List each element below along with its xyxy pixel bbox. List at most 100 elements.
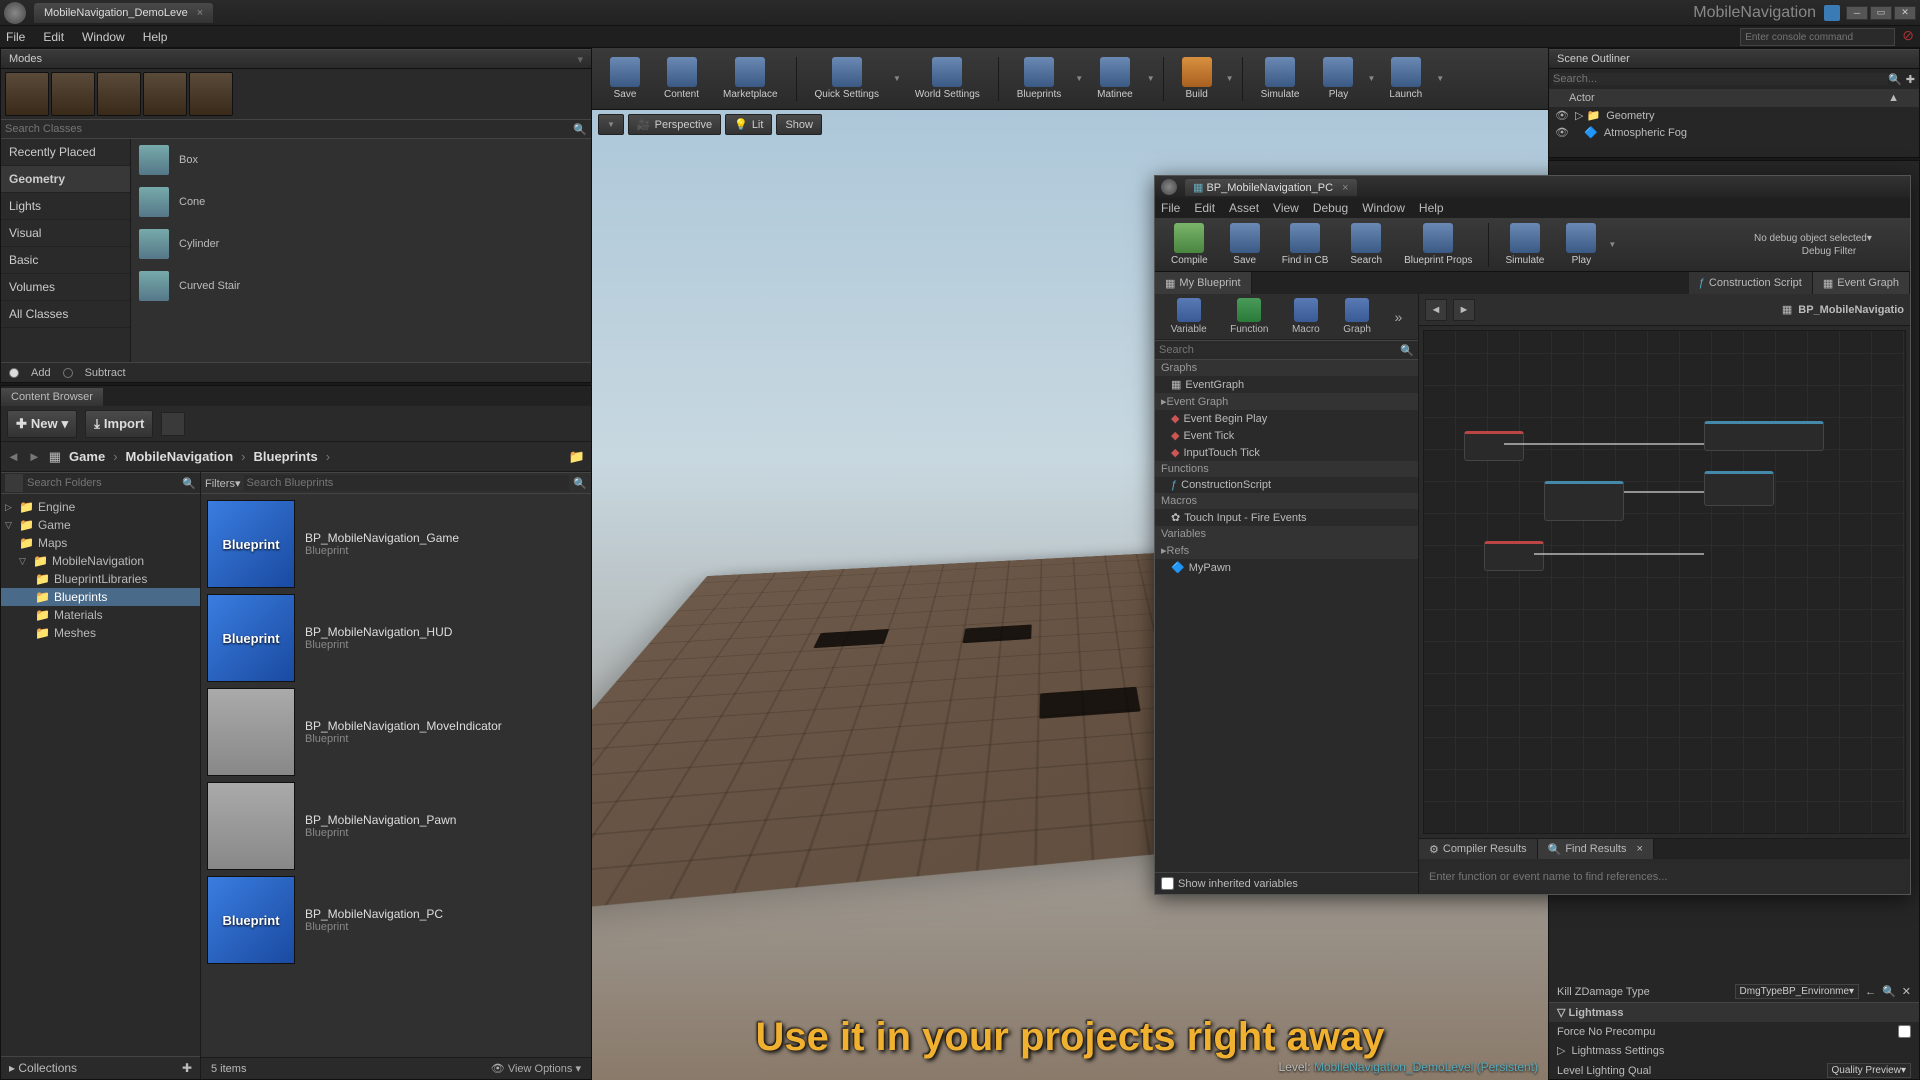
tab-event-graph[interactable]: ▦ Event Graph [1813, 272, 1910, 294]
item-input-touch[interactable]: ◆InputTouch Tick [1155, 444, 1418, 461]
item-event-tick[interactable]: ◆Event Tick [1155, 427, 1418, 444]
outliner-column-header[interactable]: Actor▲ [1549, 89, 1919, 107]
graph-node[interactable] [1484, 541, 1544, 571]
cat-geometry[interactable]: Geometry [1, 166, 130, 193]
compile-button[interactable]: Compile [1161, 220, 1218, 269]
lit-button[interactable]: 💡 Lit [725, 114, 772, 135]
tree-mn[interactable]: ▽📁MobileNavigation [1, 552, 200, 570]
vp-options-button[interactable]: ▼ [598, 114, 624, 135]
item-box[interactable]: Box [131, 139, 591, 181]
csg-add-radio[interactable] [9, 368, 19, 378]
bp-props-button[interactable]: Blueprint Props [1394, 220, 1482, 269]
tree-bpl[interactable]: 📁BlueprintLibraries [1, 570, 200, 588]
more-icon[interactable]: » [1394, 309, 1402, 325]
close-icon[interactable]: × [1342, 182, 1348, 194]
add-icon[interactable]: ✚ [1906, 73, 1915, 86]
cat-lights[interactable]: Lights [1, 193, 130, 220]
bp-menu-file[interactable]: File [1161, 201, 1180, 215]
console-input[interactable] [1740, 28, 1895, 46]
graph-node[interactable] [1704, 471, 1774, 506]
bp-search-button[interactable]: Search [1340, 220, 1392, 269]
search-assets-input[interactable] [244, 475, 569, 491]
close-icon[interactable]: × [197, 7, 203, 19]
tree-mesh[interactable]: 📁Meshes [1, 624, 200, 642]
bp-tab[interactable]: ▦ BP_MobileNavigation_PC × [1185, 179, 1357, 196]
import-button[interactable]: ⤓ Import [85, 410, 153, 438]
minimize-button[interactable]: ─ [1846, 6, 1868, 20]
add-variable-button[interactable]: Variable [1171, 298, 1207, 335]
build-button[interactable]: Build [1172, 54, 1222, 103]
browse-icon[interactable]: ← [1865, 986, 1876, 998]
debug-object-combo[interactable]: No debug object selected▾ [1754, 233, 1904, 244]
tab-compiler-results[interactable]: ⚙ Compiler Results [1419, 839, 1538, 859]
menu-help[interactable]: Help [143, 30, 168, 44]
cat-basic[interactable]: Basic [1, 247, 130, 274]
tab-my-blueprint[interactable]: ▦ My Blueprint [1155, 272, 1252, 294]
blueprints-button[interactable]: Blueprints [1007, 54, 1071, 103]
cat-refs[interactable]: ▸Refs [1155, 542, 1418, 559]
save-all-button[interactable] [161, 412, 185, 436]
nav-fwd-button[interactable]: ► [28, 449, 41, 464]
asset-item[interactable]: BP_MobileNavigation_PawnBlueprint [207, 782, 585, 870]
pin-icon[interactable]: ▾ [577, 53, 583, 66]
cat-event-graph[interactable]: ▸Event Graph [1155, 393, 1418, 410]
collections-header[interactable]: ▸ Collections ✚ [1, 1056, 200, 1079]
perspective-button[interactable]: 🎥 Perspective [628, 114, 721, 135]
graph-back-button[interactable]: ◄ [1425, 299, 1447, 321]
tree-game[interactable]: ▽📁Game [1, 516, 200, 534]
maximize-button[interactable]: ▭ [1870, 6, 1892, 20]
item-construction-script[interactable]: ƒConstructionScript [1155, 477, 1418, 493]
force-precompute-checkbox[interactable] [1898, 1025, 1911, 1038]
cb-tab[interactable]: Content Browser [1, 388, 103, 406]
filters-button[interactable]: Filters▾ [205, 477, 240, 490]
path-1[interactable]: MobileNavigation [126, 449, 234, 464]
item-eventgraph[interactable]: ▦ EventGraph [1155, 376, 1418, 393]
cat-recent[interactable]: Recently Placed [1, 139, 130, 166]
add-function-button[interactable]: Function [1230, 298, 1268, 335]
search-icon[interactable]: 🔍 [1888, 73, 1902, 86]
outliner-search-input[interactable] [1553, 73, 1888, 85]
graph-node[interactable] [1704, 421, 1824, 451]
bp-menu-window[interactable]: Window [1362, 201, 1405, 215]
cat-visual[interactable]: Visual [1, 220, 130, 247]
bp-simulate-button[interactable]: Simulate [1495, 220, 1554, 269]
level-tab[interactable]: MobileNavigation_DemoLeve × [34, 3, 213, 23]
search-icon[interactable]: 🔍 [573, 123, 587, 136]
bp-menu-asset[interactable]: Asset [1229, 201, 1259, 215]
search-folders-input[interactable] [25, 475, 182, 491]
play-button[interactable]: Play [1313, 54, 1363, 103]
cat-all[interactable]: All Classes [1, 301, 130, 328]
show-button[interactable]: Show [776, 114, 822, 135]
menu-window[interactable]: Window [82, 30, 125, 44]
geometry-mode-icon[interactable] [189, 72, 233, 116]
tree-expand-button[interactable] [5, 474, 23, 492]
reset-icon[interactable]: ✕ [1902, 985, 1911, 998]
content-button[interactable]: Content [654, 54, 709, 103]
stop-icon[interactable]: ⊘ [1902, 27, 1914, 43]
bp-titlebar[interactable]: ▦ BP_MobileNavigation_PC × [1155, 176, 1910, 198]
simulate-button[interactable]: Simulate [1251, 54, 1310, 103]
chat-icon[interactable] [1824, 5, 1840, 21]
matinee-button[interactable]: Matinee [1087, 54, 1143, 103]
nav-back-button[interactable]: ◄ [7, 449, 20, 464]
find-icon[interactable]: 🔍 [1882, 985, 1896, 998]
cat-volumes[interactable]: Volumes [1, 274, 130, 301]
graph-canvas[interactable] [1423, 330, 1906, 834]
asset-item[interactable]: Blueprint BP_MobileNavigation_GameBluepr… [207, 500, 585, 588]
path-root[interactable]: Game [69, 449, 105, 464]
graph-node[interactable] [1464, 431, 1524, 461]
add-macro-button[interactable]: Macro [1292, 298, 1320, 335]
mybp-search-input[interactable] [1159, 344, 1400, 356]
asset-item[interactable]: BP_MobileNavigation_MoveIndicatorBluepri… [207, 688, 585, 776]
bp-menu-view[interactable]: View [1273, 201, 1299, 215]
search-classes-input[interactable] [5, 123, 573, 135]
level-link[interactable]: MobileNavigation_DemoLevel (Persistent) [1314, 1060, 1538, 1074]
asset-item[interactable]: Blueprint BP_MobileNavigation_HUDBluepri… [207, 594, 585, 682]
folder-icon[interactable]: 📁 [569, 449, 585, 465]
graph-crumb[interactable]: BP_MobileNavigatio [1798, 304, 1904, 316]
graph-fwd-button[interactable]: ► [1453, 299, 1475, 321]
bp-menu-debug[interactable]: Debug [1313, 201, 1348, 215]
tab-find-results[interactable]: 🔍 Find Results× [1538, 839, 1654, 859]
tree-bp[interactable]: 📁Blueprints [1, 588, 200, 606]
path-2[interactable]: Blueprints [254, 449, 318, 464]
